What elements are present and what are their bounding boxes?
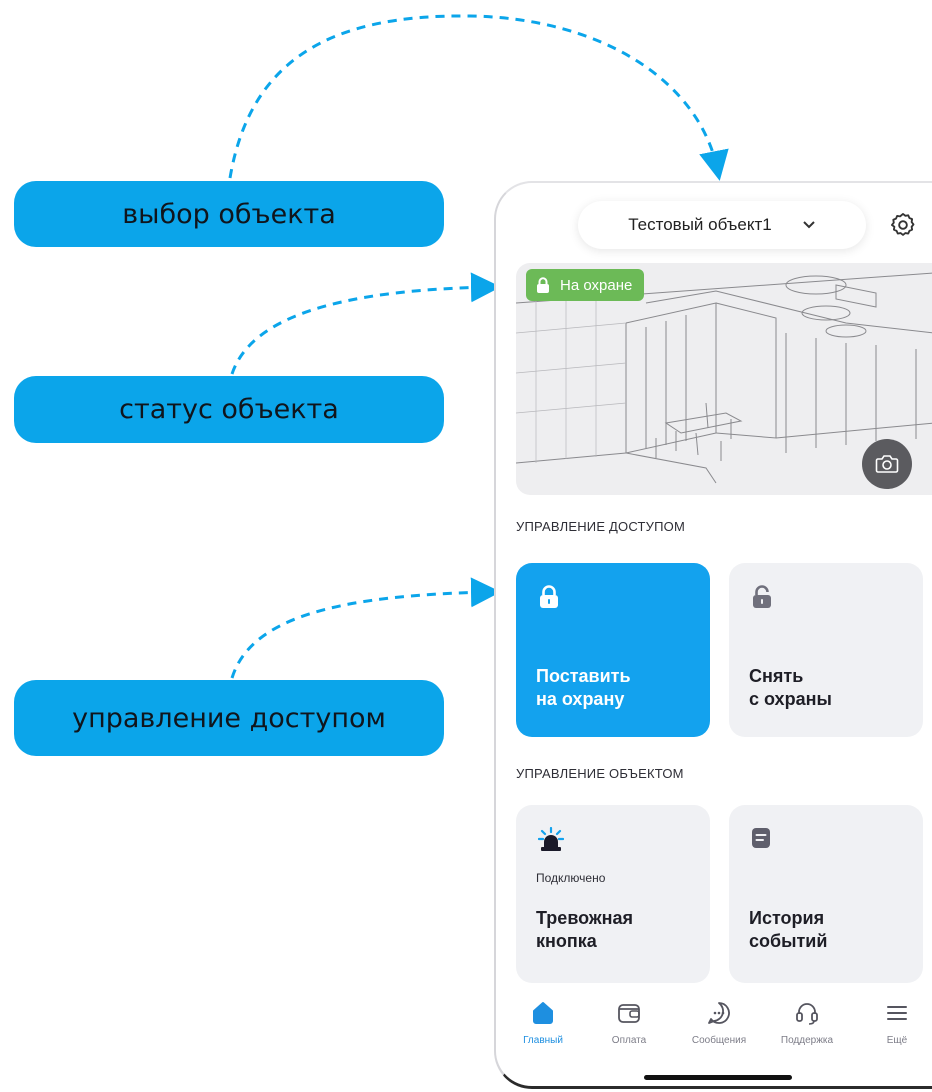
object-photo: На охране [516,263,932,495]
event-history-tile[interactable]: История событий [729,805,923,983]
arrow-object-select [228,14,729,181]
disarm-button[interactable]: Снять с охраны [729,563,923,737]
arm-label: Поставить на охрану [536,665,631,711]
panic-button-tile[interactable]: Подключено Тревожная кнопка [516,805,710,983]
arrow-access-control [230,577,501,679]
object-select[interactable]: Тестовый объект1 [578,201,866,249]
arrow-object-status [230,272,501,375]
history-label: История событий [749,907,827,953]
panic-label-line2: кнопка [536,931,597,951]
tab-messages-label: Сообщения [691,1035,747,1046]
disarm-label-line1: Снять [749,666,804,686]
callout-object-status-label: статус объекта [119,394,339,425]
status-label: На охране [560,276,633,294]
panic-label-line1: Тревожная [536,908,634,928]
camera-button[interactable] [862,439,912,489]
callout-access-control: управление доступом [14,680,444,756]
object-name: Тестовый объект1 [628,215,772,234]
chat-icon [708,1002,730,1024]
tab-support-label: Поддержка [780,1035,834,1046]
panic-label: Тревожная кнопка [536,907,633,953]
gear-icon[interactable] [889,211,917,239]
callout-access-control-label: управление доступом [72,702,386,734]
home-icon [533,1002,553,1024]
unlock-icon [753,585,771,608]
disarm-label: Снять с охраны [749,665,832,711]
history-label-line2: событий [749,931,828,951]
lock-icon [540,585,558,608]
bottom-tab-bar: Главный Оплата Сообщения Поддержка Ещё [496,999,932,1069]
tab-support[interactable]: Поддержка [764,999,850,1046]
arm-label-line1: Поставить [536,666,631,686]
camera-icon [875,455,899,473]
history-label-line1: История [749,908,825,928]
document-icon [752,828,770,848]
chevron-down-icon [803,221,815,229]
tab-more[interactable]: Ещё [854,999,932,1046]
tab-payment[interactable]: Оплата [586,999,672,1046]
lock-icon [537,277,549,293]
tab-more-label: Ещё [886,1035,908,1046]
siren-icon [538,827,564,851]
section-title-object: УПРАВЛЕНИЕ ОБЪЕКТОМ [516,766,684,781]
headset-icon [796,1003,818,1025]
callout-select-object: выбор объекта [14,181,444,247]
arm-button[interactable]: Поставить на охрану [516,563,710,737]
home-indicator [644,1075,792,1080]
tab-payment-label: Оплата [611,1035,647,1046]
status-badge: На охране [526,269,645,301]
tab-home[interactable]: Главный [500,999,586,1046]
menu-icon [887,1006,907,1020]
tab-home-label: Главный [523,1035,563,1046]
arm-label-line2: на охрану [536,689,625,709]
wallet-icon [618,1004,640,1023]
callout-object-status: статус объекта [14,376,444,443]
section-title-access: УПРАВЛЕНИЕ ДОСТУПОМ [516,519,685,534]
tab-messages[interactable]: Сообщения [676,999,762,1046]
panic-status: Подключено [536,871,606,885]
phone-screen: Тестовый объект1 На охране УПРАВЛЕНИЕ ДО… [494,181,932,1089]
disarm-label-line2: с охраны [749,689,832,709]
callout-select-object-label: выбор объекта [122,198,336,230]
